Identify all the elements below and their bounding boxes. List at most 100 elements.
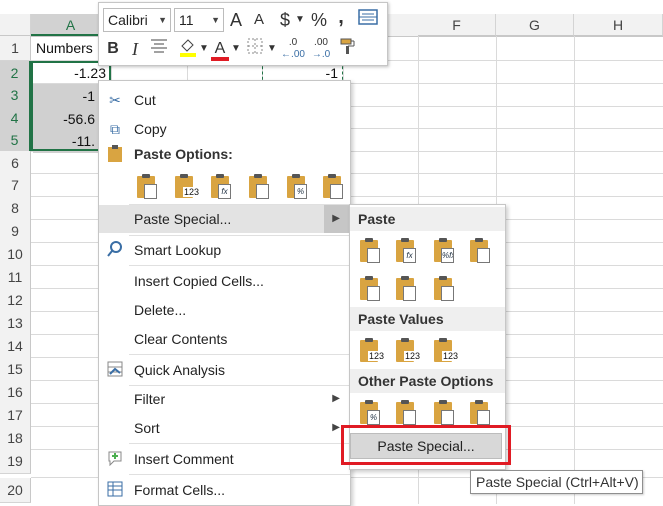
row-header-17[interactable]: 17 — [0, 403, 31, 428]
row-header-16[interactable]: 16 — [0, 380, 31, 405]
mini-toolbar: Calibri ▼ 11 ▼ A A $ ▼ % , B I ▼ A ▼ ▼ .… — [98, 2, 388, 66]
values-icon[interactable]: 123 — [358, 337, 386, 365]
menu-item-insert-copied-cells[interactable]: Insert Copied Cells... — [99, 267, 350, 295]
paste-formatting-icon[interactable]: % — [285, 173, 309, 201]
menu-item-delete[interactable]: Delete... — [99, 296, 350, 324]
tooltip: Paste Special (Ctrl+Alt+V) — [470, 470, 643, 494]
paste-transpose-icon[interactable] — [247, 173, 271, 201]
values-source-formatting-icon[interactable]: 123 — [432, 337, 460, 365]
menu-item-format-cells[interactable]: Format Cells... — [99, 476, 350, 504]
menu-item-label: Filter — [134, 391, 166, 407]
menu-item-filter[interactable]: Filter ▶ — [99, 385, 350, 413]
row-header-14[interactable]: 14 — [0, 334, 31, 359]
borders-icon[interactable] — [245, 37, 265, 61]
row-header-1[interactable]: 1 — [0, 36, 31, 61]
paste-option-icon[interactable] — [135, 173, 159, 201]
picture-icon[interactable] — [432, 399, 456, 427]
menu-item-cut[interactable]: ✂ Cut — [99, 86, 350, 114]
center-align-icon[interactable] — [149, 37, 169, 61]
paste-formulas-icon[interactable]: fx — [209, 173, 233, 201]
menu-item-copy[interactable]: ⧉ Copy — [99, 115, 350, 143]
row-header-15[interactable]: 15 — [0, 357, 31, 382]
row-header-7[interactable]: 7 — [0, 173, 31, 198]
values-number-format-icon[interactable]: 123 — [394, 337, 422, 365]
decrease-decimal-button[interactable]: .00 →.0 — [309, 37, 333, 61]
cell-a1[interactable]: Numbers — [32, 36, 102, 60]
keep-column-widths-icon[interactable] — [394, 275, 418, 303]
currency-button[interactable]: $ — [277, 8, 293, 32]
formatting-icon[interactable]: % — [358, 399, 382, 427]
menu-item-label: Smart Lookup — [134, 242, 222, 258]
menu-item-insert-comment[interactable]: Insert Comment — [99, 445, 350, 473]
chevron-down-icon: ▼ — [211, 15, 220, 25]
font-color-button[interactable]: A — [211, 37, 229, 61]
font-size-value: 11 — [179, 12, 194, 28]
keep-source-formatting-icon[interactable] — [468, 237, 492, 265]
row-header-19[interactable]: 19 — [0, 449, 31, 474]
paste-link-icon[interactable] — [321, 173, 345, 201]
row-header-9[interactable]: 9 — [0, 219, 31, 244]
menu-item-label: Clear Contents — [134, 331, 228, 347]
chevron-down-icon: ▼ — [158, 15, 167, 25]
row-header-11[interactable]: 11 — [0, 265, 31, 290]
row-header-10[interactable]: 10 — [0, 242, 31, 267]
chevron-down-icon[interactable]: ▼ — [199, 37, 209, 61]
row-header-20[interactable]: 20 — [0, 478, 31, 503]
comment-icon — [106, 450, 124, 468]
transpose-icon[interactable] — [432, 275, 456, 303]
paste-link-icon[interactable] — [394, 399, 418, 427]
chevron-down-icon[interactable]: ▼ — [295, 8, 305, 32]
italic-button[interactable]: I — [127, 37, 143, 61]
paste-values-icon[interactable]: 123 — [173, 173, 201, 201]
row-header-13[interactable]: 13 — [0, 311, 31, 336]
chevron-right-icon: ▶ — [332, 213, 340, 224]
font-color-bar — [211, 57, 229, 61]
merge-center-icon[interactable] — [357, 8, 379, 32]
menu-item-quick-analysis[interactable]: Quick Analysis — [99, 356, 350, 384]
arrow-right-icon: →.0 — [311, 49, 331, 60]
menu-item-label: Paste Special... — [134, 211, 232, 227]
column-header-f[interactable]: F — [418, 14, 496, 36]
select-all-corner[interactable] — [0, 14, 31, 36]
chevron-right-icon: ▶ — [332, 422, 340, 433]
column-header-g[interactable]: G — [496, 14, 574, 36]
comma-style-button[interactable]: , — [335, 5, 347, 29]
chevron-down-icon[interactable]: ▼ — [231, 37, 241, 61]
paste-options-header: Paste Options: — [99, 142, 350, 166]
menu-item-label: Format Cells... — [134, 482, 226, 498]
menu-item-label: Copy — [134, 121, 167, 137]
menu-item-label: Quick Analysis — [134, 362, 226, 378]
copy-icon: ⧉ — [110, 121, 120, 137]
row-header-8[interactable]: 8 — [0, 196, 31, 221]
menu-item-paste-special[interactable]: Paste Special... ▶ — [99, 205, 350, 233]
linked-picture-icon[interactable] — [468, 399, 492, 427]
menu-item-clear-contents[interactable]: Clear Contents — [99, 325, 350, 353]
chevron-down-icon[interactable]: ▼ — [267, 37, 277, 61]
submenu-header-paste: Paste — [350, 207, 505, 231]
context-menu: ✂ Cut ⧉ Copy Paste Options: 123 fx % Pas… — [98, 80, 351, 506]
search-icon — [106, 241, 124, 259]
increase-decimal-button[interactable]: .0 ←.00 — [281, 37, 305, 61]
grow-font-button[interactable]: A — [227, 8, 245, 32]
paste-icon[interactable] — [358, 237, 382, 265]
shrink-font-button[interactable]: A — [251, 8, 267, 32]
no-borders-icon[interactable] — [358, 275, 382, 303]
fill-color-icon[interactable] — [177, 37, 199, 61]
bold-button[interactable]: B — [105, 37, 121, 61]
paste-formulas-number-format-icon[interactable]: %fx — [432, 237, 456, 265]
chevron-right-icon: ▶ — [332, 393, 340, 404]
row-header-12[interactable]: 12 — [0, 288, 31, 313]
submenu-header-other-paste-options: Other Paste Options — [350, 369, 505, 393]
font-name-dropdown[interactable]: Calibri ▼ — [103, 8, 171, 32]
row-header-5[interactable]: 5 — [0, 128, 31, 153]
row-header-3[interactable]: 3 — [0, 83, 31, 108]
row-header-18[interactable]: 18 — [0, 426, 31, 451]
percent-button[interactable]: % — [309, 8, 329, 32]
menu-item-sort[interactable]: Sort ▶ — [99, 414, 350, 442]
paste-formulas-icon[interactable]: fx — [394, 237, 418, 265]
menu-item-label: Cut — [134, 92, 156, 108]
format-painter-icon[interactable] — [337, 37, 359, 61]
column-header-h[interactable]: H — [574, 14, 663, 36]
menu-item-smart-lookup[interactable]: Smart Lookup — [99, 236, 350, 264]
font-size-dropdown[interactable]: 11 ▼ — [174, 8, 224, 32]
